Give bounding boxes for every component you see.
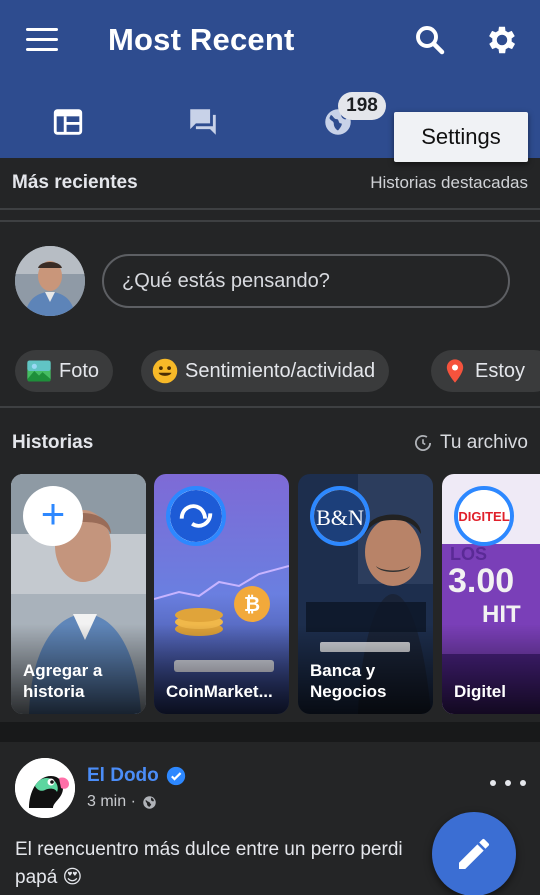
photo-chip[interactable]: Foto xyxy=(15,350,114,392)
archive-link[interactable]: Tu archivo xyxy=(414,432,528,454)
clock-icon xyxy=(414,434,432,452)
post-meta: 3 min · xyxy=(87,793,157,811)
digitel-logo: DIGITEL xyxy=(454,486,514,546)
check-in-chip[interactable]: Estoy xyxy=(431,350,540,392)
svg-text:3.00: 3.00 xyxy=(448,562,514,600)
add-story-card[interactable]: + Agregar a historia xyxy=(11,474,146,714)
banca-y-negocios-logo: B&N xyxy=(310,486,370,546)
svg-text:LOS: LOS xyxy=(450,544,487,564)
menu-icon[interactable] xyxy=(26,28,58,52)
search-icon[interactable] xyxy=(412,22,448,58)
story-label: Digitel xyxy=(454,682,506,701)
divider xyxy=(0,220,540,222)
story-card-digitel[interactable]: 3.00 HIT LOS DIGITEL Digitel xyxy=(442,474,540,714)
svg-text:DIGITEL: DIGITEL xyxy=(458,509,509,524)
messages-icon xyxy=(190,109,216,135)
settings-tooltip: Settings xyxy=(394,112,528,162)
location-pin-icon xyxy=(441,357,469,385)
avatar[interactable] xyxy=(15,246,85,316)
archive-label: Tu archivo xyxy=(440,432,528,453)
story-label: CoinMarket... xyxy=(166,682,273,701)
coinmarketcap-logo xyxy=(166,486,226,546)
page-title: Most Recent xyxy=(108,22,295,57)
divider xyxy=(0,208,540,210)
chip-label: Foto xyxy=(59,359,100,382)
divider xyxy=(0,406,540,408)
featured-stories-link[interactable]: Historias destacadas xyxy=(370,173,528,193)
status-composer-input[interactable]: ¿Qué estás pensando? xyxy=(102,254,510,308)
photo-icon xyxy=(25,357,53,385)
news-feed-icon xyxy=(53,109,83,135)
add-story-button[interactable]: + xyxy=(23,486,83,546)
most-recent-label: Más recientes xyxy=(12,172,138,193)
tab-news-feed[interactable] xyxy=(14,92,122,152)
smiley-icon xyxy=(151,357,179,385)
post-body: El reencuentro más dulce entre un perro … xyxy=(15,839,403,888)
chip-label: Estoy xyxy=(475,359,526,382)
notification-count-badge: 198 xyxy=(338,92,386,120)
story-card-coinmarketcap[interactable]: ₿ CoinMarket... xyxy=(154,474,289,714)
svg-text:₿: ₿ xyxy=(244,592,260,616)
gear-icon[interactable] xyxy=(484,22,520,58)
story-label: Agregar a historia xyxy=(23,661,103,701)
more-options-icon[interactable] xyxy=(490,768,526,798)
post-author[interactable]: El Dodo xyxy=(87,765,186,787)
stories-heading: Historias xyxy=(12,432,94,453)
tab-messages[interactable] xyxy=(149,92,257,152)
compose-post-button[interactable] xyxy=(432,812,516,895)
pencil-icon xyxy=(459,838,489,869)
feed-filter-bar: Más recientes Historias destacadas xyxy=(0,158,540,208)
globe-icon xyxy=(143,795,156,809)
post-time: 3 min · xyxy=(87,793,136,810)
story-label: Banca y Negocios xyxy=(310,661,387,701)
avatar[interactable] xyxy=(15,758,75,818)
story-card-banca-y-negocios[interactable]: B&N Banca y Negocios xyxy=(298,474,433,714)
svg-text:B&N: B&N xyxy=(316,505,364,530)
author-name: El Dodo xyxy=(87,765,159,786)
verified-badge-icon xyxy=(166,766,185,786)
feeling-activity-chip[interactable]: Sentimiento/actividad xyxy=(141,350,390,392)
section-separator xyxy=(0,722,540,742)
chip-label: Sentimiento/actividad xyxy=(185,359,376,382)
